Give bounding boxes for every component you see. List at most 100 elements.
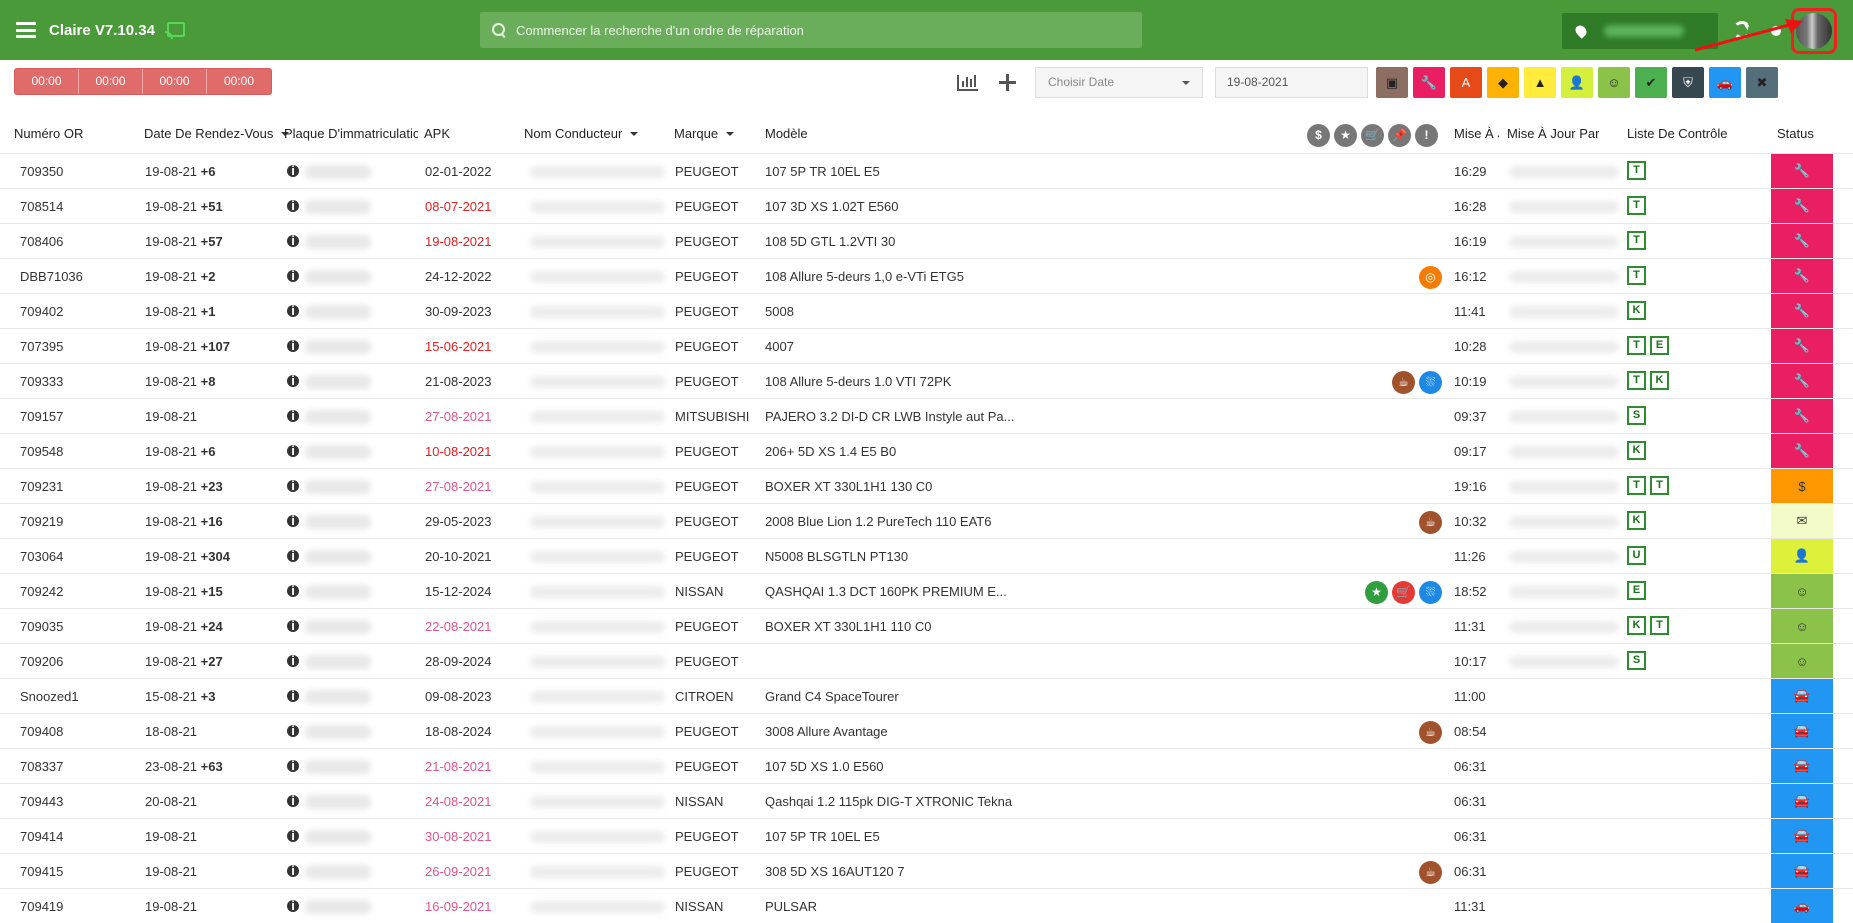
status-badge[interactable]: 🚘 <box>1771 819 1833 853</box>
info-icon[interactable]: i <box>287 374 299 387</box>
status-badge[interactable]: $ <box>1771 469 1833 503</box>
table-row[interactable]: 703064 19-08-21 +304 i 20-10-2021 PEUGEOT N50… <box>0 538 1853 573</box>
info-icon[interactable]: i <box>287 829 299 842</box>
table-row[interactable]: 709157 19-08-21 i 27-08-2021 MITSUBISHI PAJE… <box>0 398 1853 433</box>
header-apk[interactable]: APK <box>424 126 450 141</box>
status-badge[interactable]: 🚘 <box>1771 679 1833 713</box>
timer-4[interactable]: 00:00 <box>207 69 271 94</box>
table-row[interactable]: 709242 19-08-21 +15 i 15-12-2024 NISSAN QASHQ… <box>0 573 1853 608</box>
header-or[interactable]: Numéro OR <box>14 126 83 141</box>
calendar-filter-button[interactable]: ▣ <box>1376 67 1408 98</box>
checklist-badge[interactable]: T <box>1627 161 1646 180</box>
header-updated[interactable]: Mise À Jour <box>1454 126 1499 141</box>
info-icon[interactable]: i <box>287 164 299 177</box>
header-driver[interactable]: Nom Conducteur <box>524 126 638 141</box>
status-badge[interactable]: 🔧 <box>1771 189 1833 223</box>
status-badge[interactable]: 👤 <box>1771 539 1833 573</box>
checklist-badge[interactable]: T <box>1627 336 1646 355</box>
header-brand[interactable]: Marque <box>674 126 734 141</box>
checklist-badge[interactable]: T <box>1627 371 1646 390</box>
info-icon[interactable]: i <box>287 514 299 527</box>
tag-filter-button[interactable]: ◆ <box>1487 67 1519 98</box>
table-row[interactable]: 709414 19-08-21 i 30-08-2021 PEUGEOT 107 5P … <box>0 818 1853 853</box>
checklist-badge[interactable]: K <box>1650 371 1669 390</box>
info-icon[interactable]: i <box>287 794 299 807</box>
info-icon[interactable]: i <box>287 689 299 702</box>
info-icon[interactable]: i <box>287 864 299 877</box>
date-input[interactable]: 19-08-2021 <box>1215 67 1368 98</box>
checklist-badge[interactable]: T <box>1650 476 1669 495</box>
shield-filter-button[interactable]: ⛨ <box>1672 67 1704 98</box>
checklist-badge[interactable]: T <box>1627 266 1646 285</box>
status-badge[interactable]: 🔧 <box>1771 154 1833 188</box>
checklist-badge[interactable]: S <box>1627 406 1646 425</box>
cart-icon[interactable]: 🛒 <box>1361 124 1384 147</box>
table-row[interactable]: DBB71036 19-08-21 +2 i 24-12-2022 PEUGEOT 108… <box>0 258 1853 293</box>
bar-chart-icon[interactable] <box>957 75 978 91</box>
info-icon[interactable]: i <box>287 654 299 667</box>
search-input[interactable] <box>516 22 1116 38</box>
add-icon[interactable] <box>999 74 1016 91</box>
info-icon[interactable]: i <box>287 234 299 247</box>
status-badge[interactable]: ☺ <box>1771 574 1833 608</box>
info-icon[interactable]: i <box>287 724 299 737</box>
checklist-badge[interactable]: U <box>1627 546 1646 565</box>
header-checklist[interactable]: Liste De Contrôle <box>1627 126 1727 141</box>
info-icon[interactable]: i <box>287 549 299 562</box>
checklist-badge[interactable]: T <box>1650 616 1669 635</box>
notification-icon[interactable] <box>1771 26 1781 36</box>
timer-3[interactable]: 00:00 <box>143 69 207 94</box>
table-row[interactable]: 708337 23-08-21 +63 i 21-08-2021 PEUGEOT 107 … <box>0 748 1853 783</box>
status-badge[interactable]: 🚗 <box>1771 889 1833 923</box>
table-row[interactable]: 708514 19-08-21 +51 i 08-07-2021 PEUGEOT 107 … <box>0 188 1853 223</box>
table-row[interactable]: 709548 19-08-21 +6 i 10-08-2021 PEUGEOT 206+ … <box>0 433 1853 468</box>
status-badge[interactable]: 🔧 <box>1771 434 1833 468</box>
avatar[interactable] <box>1796 13 1832 49</box>
status-badge[interactable]: 🔧 <box>1771 259 1833 293</box>
table-row[interactable]: 709408 18-08-21 i 18-08-2024 PEUGEOT 3008 Al… <box>0 713 1853 748</box>
status-badge[interactable]: 🔧 <box>1771 364 1833 398</box>
status-badge[interactable]: 🚘 <box>1771 784 1833 818</box>
table-row[interactable]: 709035 19-08-21 +24 i 22-08-2021 PEUGEOT BOXE… <box>0 608 1853 643</box>
status-badge[interactable]: ☺ <box>1771 609 1833 643</box>
table-row[interactable]: 707395 19-08-21 +107 i 15-06-2021 PEUGEOT 400… <box>0 328 1853 363</box>
info-icon[interactable]: i <box>287 759 299 772</box>
table-row[interactable]: 709206 19-08-21 +27 i 28-09-2024 PEUGEOT 10:1… <box>0 643 1853 678</box>
warning-filter-button[interactable]: ▲ <box>1524 67 1556 98</box>
info-icon[interactable]: i <box>287 479 299 492</box>
pin-icon[interactable]: 📌 <box>1388 124 1411 147</box>
table-row[interactable]: 709402 19-08-21 +1 i 30-09-2023 PEUGEOT 5008 1… <box>0 293 1853 328</box>
checklist-badge[interactable]: K <box>1627 301 1646 320</box>
star-icon[interactable]: ★ <box>1334 124 1357 147</box>
info-icon[interactable]: i <box>287 409 299 422</box>
checklist-badge[interactable]: K <box>1627 441 1646 460</box>
status-badge[interactable]: ✉ <box>1771 504 1833 538</box>
header-status[interactable]: Status <box>1777 126 1814 141</box>
checklist-badge[interactable]: E <box>1650 336 1669 355</box>
table-row[interactable]: 709350 19-08-21 +6 i 02-01-2022 PEUGEOT 107 5… <box>0 153 1853 188</box>
timer-group[interactable]: 00:00 00:00 00:00 00:00 <box>14 68 272 95</box>
status-badge[interactable]: ☺ <box>1771 644 1833 678</box>
checklist-badge[interactable]: S <box>1627 651 1646 670</box>
cast-icon[interactable] <box>165 22 185 39</box>
header-date[interactable]: Date De Rendez-Vous <box>144 126 289 141</box>
status-badge[interactable]: 🚘 <box>1771 714 1833 748</box>
info-icon[interactable]: i <box>287 444 299 457</box>
table-row[interactable]: 709415 19-08-21 i 26-09-2021 PEUGEOT 308 5D … <box>0 853 1853 888</box>
status-badge[interactable]: 🚘 <box>1771 854 1833 888</box>
date-select[interactable]: Choisir Date <box>1035 67 1203 98</box>
header-plate[interactable]: Plaque D'immatriculation <box>284 126 418 141</box>
status-badge[interactable]: 🔧 <box>1771 329 1833 363</box>
letter-a-filter-button[interactable]: A <box>1450 67 1482 98</box>
checklist-badge[interactable]: T <box>1627 196 1646 215</box>
header-updated-by[interactable]: Mise À Jour Par <box>1507 126 1599 141</box>
status-badge[interactable]: 🔧 <box>1771 294 1833 328</box>
checklist-badge[interactable]: E <box>1627 581 1646 600</box>
double-check-filter-button[interactable]: ✔ <box>1635 67 1667 98</box>
checklist-badge[interactable]: T <box>1627 476 1646 495</box>
table-row[interactable]: 709219 19-08-21 +16 i 29-05-2023 PEUGEOT 2008… <box>0 503 1853 538</box>
table-row[interactable]: Snoozed1 15-08-21 +3 i 09-08-2023 CITROEN Gra… <box>0 678 1853 713</box>
info-icon[interactable]: i <box>287 199 299 212</box>
timer-1[interactable]: 00:00 <box>15 69 79 94</box>
table-row[interactable]: 709231 19-08-21 +23 i 27-08-2021 PEUGEOT BOXE… <box>0 468 1853 503</box>
